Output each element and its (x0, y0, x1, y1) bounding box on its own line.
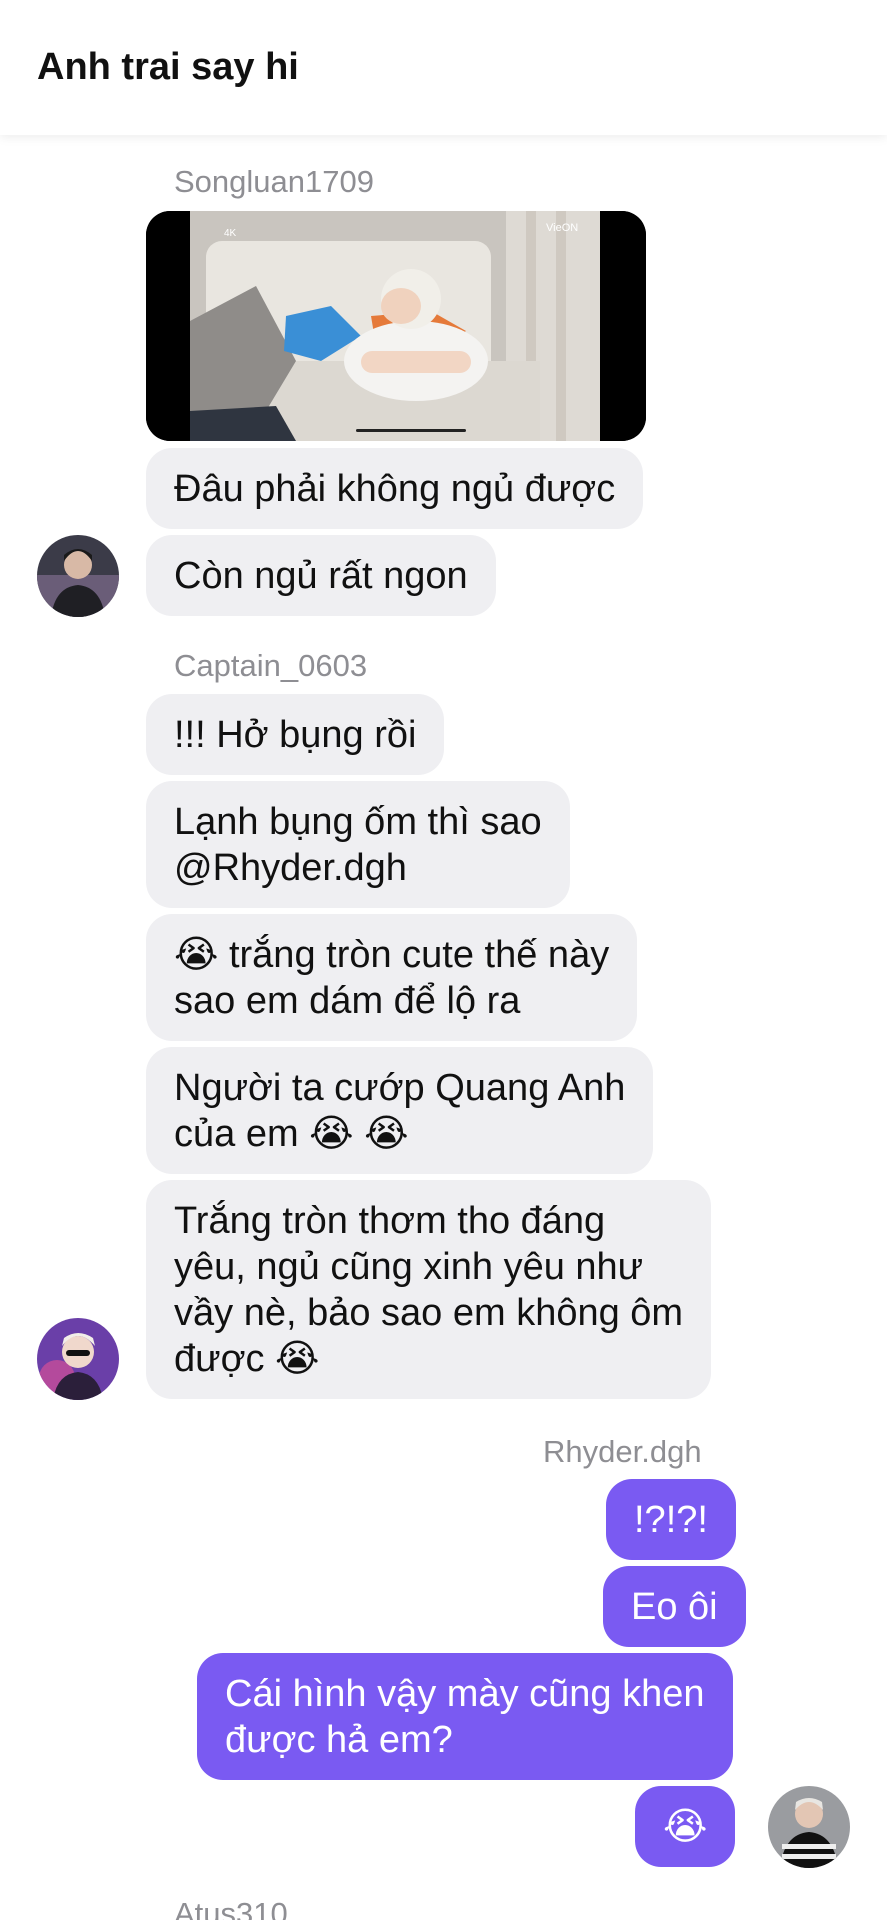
avatar-songluan[interactable] (37, 535, 119, 617)
avatar-image (37, 1318, 119, 1400)
avatar-captain[interactable] (37, 1318, 119, 1400)
sender-name: Atus310 (174, 1896, 288, 1920)
video-message[interactable]: 4K VieON (146, 211, 646, 441)
sender-name: Rhyder.dgh (543, 1434, 702, 1469)
message-bubble[interactable]: Còn ngủ rất ngon (146, 535, 496, 616)
chat-title[interactable]: Anh trai say hi (37, 46, 299, 89)
message-bubble-own[interactable]: Eo ôi (603, 1566, 746, 1647)
message-bubble-own[interactable]: Cái hình vậy mày cũng khen được hả em? (197, 1653, 733, 1780)
message-bubble[interactable]: Trắng tròn thơm tho đáng yêu, ngủ cũng x… (146, 1180, 712, 1399)
sender-name: Songluan1709 (174, 164, 374, 199)
message-bubble-own[interactable]: !?!?! (606, 1479, 736, 1560)
vieon-watermark: VieON (546, 222, 578, 234)
avatar-image (37, 535, 119, 617)
chat-header: Anh trai say hi (0, 0, 887, 135)
sender-name: Captain_0603 (174, 648, 368, 683)
message-bubble[interactable]: !!! Hở bụng rồi (146, 694, 445, 775)
message-bubble[interactable]: Lạnh bụng ốm thì sao @Rhyder.dgh (146, 781, 570, 908)
avatar-image (768, 1786, 850, 1868)
video-thumbnail: 4K VieON (146, 211, 646, 441)
badge-4k: 4K (224, 228, 237, 239)
message-bubble[interactable]: Đâu phải không ngủ được (146, 448, 644, 529)
message-bubble-own[interactable]: 😭 (635, 1786, 736, 1867)
avatar-rhyder[interactable] (768, 1786, 850, 1868)
message-bubble[interactable]: 😭 trắng tròn cute thế này sao em dám để … (146, 914, 638, 1041)
message-bubble[interactable]: Người ta cướp Quang Anh của em 😭 😭 (146, 1047, 654, 1174)
